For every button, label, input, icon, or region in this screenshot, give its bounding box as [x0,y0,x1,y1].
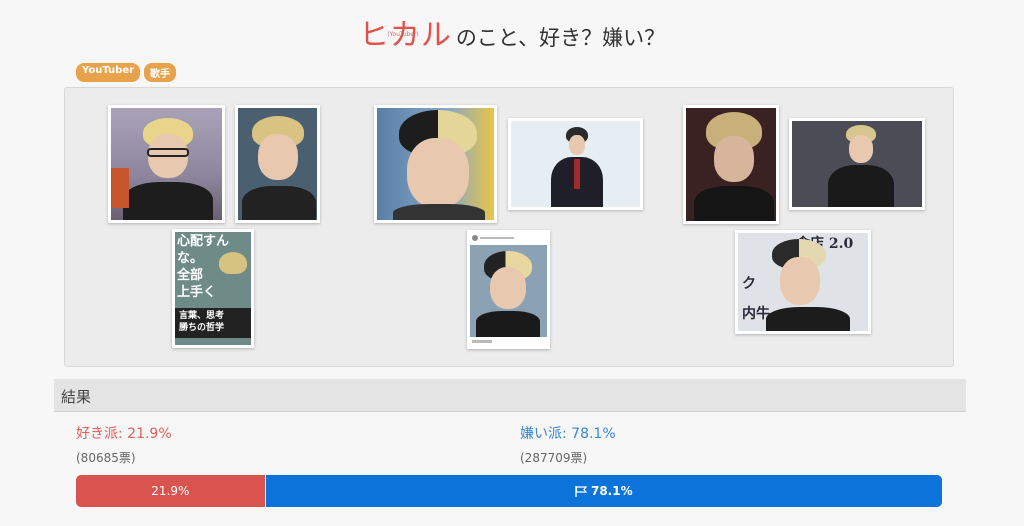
book-text-2: な。 [177,251,204,266]
book-text-6: 勝ちの哲学 [179,323,225,333]
like-bar-segment: 21.9% [76,475,266,507]
results-heading-bar: 結果 [54,379,966,412]
dislike-percent: 嫌い派: 78.1% [520,426,616,442]
photo-book-cover[interactable]: 心配すん な。 全部 上手く 言葉、思考 勝ちの哲学 [172,229,254,348]
tag-list: YouTuber 歌手 [76,63,177,82]
title-question: のこと、好き？嫌い？ [455,26,666,50]
book-text-5: 言葉、思考 [179,311,225,321]
book-text-4: 上手く [177,285,217,300]
tag-youtuber[interactable]: YouTuber [76,63,141,82]
photo-9[interactable]: 食店 2.0 ク 内牛 [735,230,871,334]
dislike-bar-segment: 78.1% [265,475,942,507]
book-text-3: 全部 [177,268,204,283]
results-heading: 結果 [61,388,92,406]
vote-result-bar: 21.9% 78.1% [76,475,942,507]
book-text-1: 心配すん [177,234,230,249]
dislike-stat: 嫌い派: 78.1% (287709票) [520,423,616,466]
flag-icon [575,485,587,497]
subject-subtitle: (YouTuber) [387,31,419,38]
dislike-votes: (287709票) [520,451,588,465]
photo-gallery: 心配すん な。 全部 上手く 言葉、思考 勝ちの哲学 食店 2.0 ク 内牛 [64,87,954,367]
dislike-bar-label: 78.1% [590,484,633,498]
photo-7[interactable] [683,105,779,224]
tag-singer[interactable]: 歌手 [144,63,177,82]
store-text-2: ク [742,276,756,292]
like-votes: (80685票) [76,451,136,465]
photo-instagram[interactable] [467,230,550,349]
photo-1[interactable] [108,105,225,223]
like-percent: 好き派: 21.9% [76,426,172,442]
page-title: ヒカル のこと、好き？嫌い？ [0,10,1024,54]
photo-2[interactable] [235,105,320,223]
photo-8[interactable] [789,118,925,210]
photo-5[interactable] [508,118,643,210]
like-stat: 好き派: 21.9% (80685票) [76,423,172,466]
photo-4[interactable] [374,105,497,223]
like-bar-label: 21.9% [151,484,190,498]
